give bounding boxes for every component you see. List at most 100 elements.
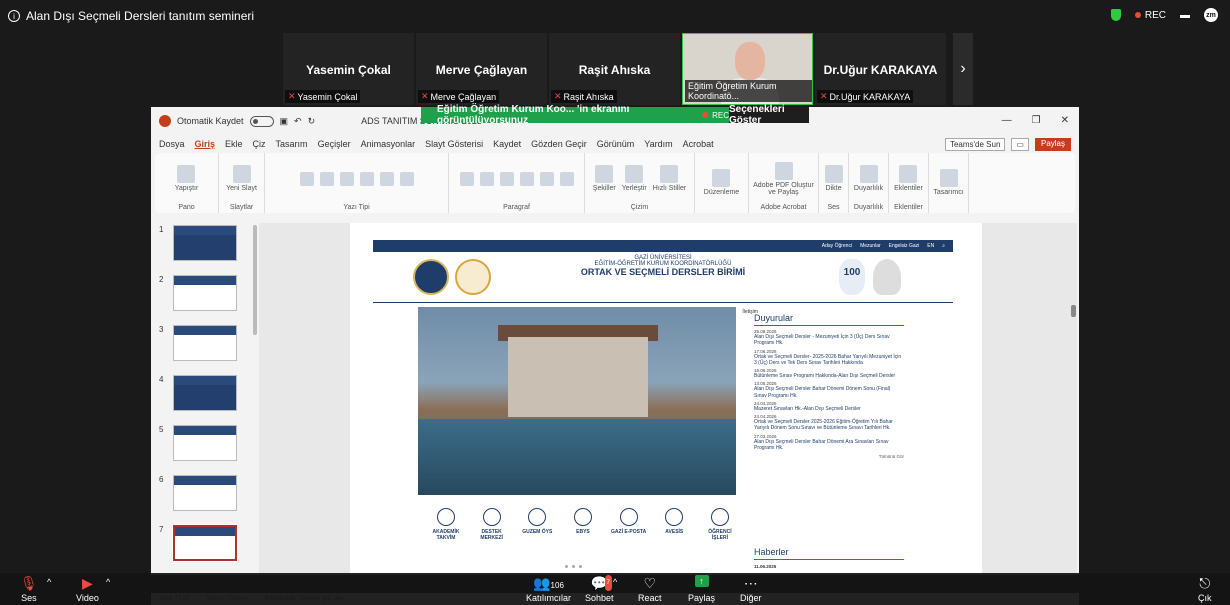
format-tool-icon[interactable] [399, 171, 414, 186]
video-button[interactable]: ▶ Video [76, 575, 99, 603]
tab-12[interactable]: Acrobat [683, 139, 714, 149]
quick-link-icon [528, 508, 547, 526]
ppt-share-button[interactable]: Paylaş [1034, 138, 1071, 151]
participant-tile[interactable]: Dr.Uğur KARAKAYA ✕ Dr.Uğur KARAKAYA [815, 33, 946, 105]
microphone-muted-icon: 🎙 [20, 575, 38, 591]
participants-button[interactable]: 👥106 Katılımcılar [526, 575, 571, 603]
ribbon-tool[interactable]: Düzenleme [704, 168, 739, 196]
ribbon-tool[interactable]: Adobe PDF Oluştur ve Paylaş [753, 161, 814, 196]
more-button[interactable]: ⋯ Diğer [740, 575, 762, 603]
participant-tag-label: Yasemin Çokal [297, 91, 358, 102]
participant-video-tile[interactable]: Eğitim Öğretim Kurum Koordinatö... [682, 33, 813, 105]
rec-indicator[interactable]: REC [1134, 10, 1166, 21]
thumbnail-band [174, 326, 236, 335]
tab-10[interactable]: Görünüm [597, 139, 635, 149]
thumbnail-scrollbar[interactable] [253, 225, 257, 335]
slide-number: 6 [159, 475, 164, 484]
participant-tile[interactable]: Raşit Ahıska ✕ Raşit Ahıska [549, 33, 680, 105]
participant-tag-label: Raşit Ahıska [563, 91, 614, 102]
undo-icon[interactable]: ↶ [294, 116, 302, 127]
react-button[interactable]: ♡ React [638, 575, 662, 603]
tool-label: Eklentiler [894, 185, 923, 192]
format-tool-icon[interactable] [519, 171, 534, 186]
leave-button[interactable]: ⎋ Çık [1198, 575, 1212, 603]
minimize-icon[interactable]: — [1002, 115, 1012, 126]
audio-options-chevron-icon[interactable]: ^ [47, 577, 51, 587]
format-tool-icon[interactable] [559, 171, 574, 186]
format-tool-icon[interactable] [319, 171, 334, 186]
ribbon-tool[interactable]: Hızlı Stiller [653, 165, 686, 192]
format-tool-icon[interactable] [359, 171, 374, 186]
next-page-chevron-icon[interactable]: › [953, 33, 973, 105]
meeting-title-area[interactable]: i Alan Dışı Seçmeli Dersleri tanıtım sem… [8, 9, 254, 23]
format-tool-icon[interactable] [539, 171, 554, 186]
ribbon-tool[interactable]: Dikte [824, 165, 843, 192]
chat-button[interactable]: 💬 7 Sohbet [585, 575, 614, 603]
ribbon-tool[interactable]: Yeni Slayt [226, 165, 257, 192]
topbar-right: REC ▬ zm [1110, 8, 1218, 22]
tool-icon [625, 165, 644, 183]
format-tool-icon[interactable] [379, 171, 394, 186]
tab-11[interactable]: Yardım [644, 139, 672, 149]
uni-line-3: ORTAK VE SEÇMELİ DERSLER BİRİMİ [580, 267, 746, 277]
rec-dot-icon [702, 112, 709, 118]
mic-muted-icon: ✕ [288, 91, 296, 101]
ribbon-tool[interactable]: Eklentiler [894, 165, 923, 192]
ribbon-tools: Yeni Slayt [222, 153, 261, 204]
meeting-title: Alan Dışı Seçmeli Dersleri tanıtım semin… [26, 9, 255, 23]
ribbon-tool[interactable]: Tasarımcı [933, 168, 964, 196]
video-options-chevron-icon[interactable]: ^ [106, 577, 110, 587]
website-top-link: Aday Öğrenci [821, 243, 853, 249]
banner-rec-label: REC [712, 110, 729, 120]
ribbon-tool[interactable]: Duyarlılık [854, 165, 883, 192]
present-in-teams-button[interactable]: Teams'de Sun [944, 138, 1006, 151]
tab-3[interactable]: Çiz [253, 139, 266, 149]
ribbon-tool[interactable]: Yapıştır [175, 165, 198, 192]
quick-link: AVESİS [656, 508, 692, 541]
current-slide[interactable]: Aday Öğrenci Mezunlar Engelsiz Gazi EN ⌕ GAZ… [350, 223, 982, 575]
slide-number: 7 [159, 525, 164, 534]
tab-8[interactable]: Kaydet [493, 139, 521, 149]
slide-editing-area: Aday Öğrenci Mezunlar Engelsiz Gazi EN ⌕ GAZ… [259, 223, 1077, 575]
tab-0[interactable]: Dosya [159, 139, 185, 149]
tab-4[interactable]: Tasarım [276, 139, 308, 149]
slide-number: 2 [159, 275, 164, 284]
restore-icon[interactable]: ❐ [1032, 115, 1041, 126]
participant-tag-label: Merve Çağlayan [430, 91, 497, 102]
format-tool-icon[interactable] [479, 171, 494, 186]
share-screen-button[interactable]: ↑ Paylaş [688, 575, 715, 603]
website-top-link: Engelsiz Gazi [888, 243, 920, 249]
redo-icon[interactable]: ↻ [308, 116, 316, 127]
format-tool-icon[interactable] [339, 171, 354, 186]
participant-tag: ✕ Raşit Ahıska [551, 90, 617, 103]
thumbnail-band [174, 276, 236, 285]
participant-tile[interactable]: Merve Çağlayan ✕ Merve Çağlayan [416, 33, 547, 105]
user-avatar[interactable]: zm [1204, 8, 1218, 22]
show-options-button[interactable]: Seçenekleri Göster [729, 104, 809, 126]
tab-6[interactable]: Animasyonlar [361, 139, 416, 149]
close-icon[interactable]: ✕ [1061, 115, 1069, 126]
chat-options-chevron-icon[interactable]: ^ [613, 577, 617, 587]
security-shield-icon[interactable] [1110, 9, 1121, 21]
audio-button[interactable]: 🎙 Ses [20, 575, 38, 603]
tab-5[interactable]: Geçişler [318, 139, 351, 149]
format-tool-icon[interactable] [459, 171, 474, 186]
view-icon[interactable]: ▬ [1180, 10, 1190, 21]
announcement-item: Ortak ve Seçmeli Dersler 2025-2026 Eğiti… [754, 419, 893, 432]
participant-tile[interactable]: Yasemin Çokal ✕ Yasemin Çokal [283, 33, 414, 105]
comments-icon[interactable]: ▭ [1011, 138, 1029, 151]
thumbnail-band [174, 476, 236, 485]
tab-1[interactable]: Giriş [195, 139, 216, 149]
tool-icon [177, 165, 196, 183]
ribbon-tool[interactable]: Şekiller [593, 165, 616, 192]
tab-7[interactable]: Slayt Gösterisi [425, 139, 483, 149]
slide-scrollbar-thumb[interactable] [1071, 305, 1076, 317]
info-icon[interactable]: i [8, 10, 20, 22]
format-tool-icon[interactable] [499, 171, 514, 186]
save-icon[interactable]: ▣ [280, 116, 289, 127]
tab-9[interactable]: Gözden Geçir [531, 139, 587, 149]
autosave-toggle[interactable] [249, 115, 274, 127]
format-tool-icon[interactable] [299, 171, 314, 186]
tab-2[interactable]: Ekle [225, 139, 243, 149]
ribbon-tool[interactable]: Yerleştir [622, 165, 647, 192]
